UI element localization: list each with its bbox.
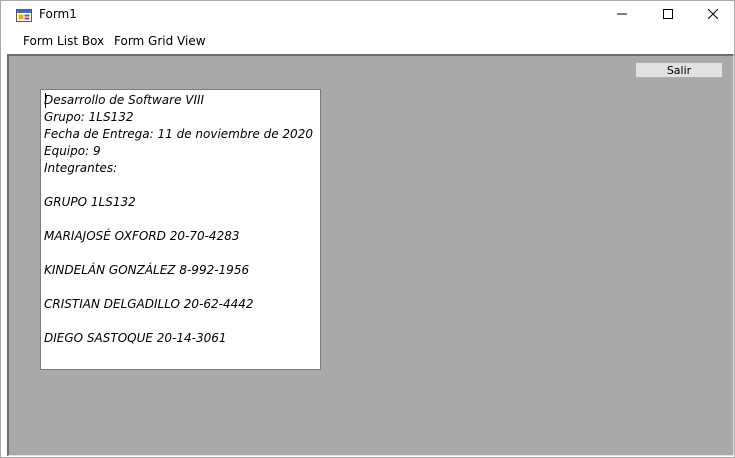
menu-item-form-list-box[interactable]: Form List Box bbox=[23, 34, 104, 48]
textbox-line: Fecha de Entrega: 11 de noviembre de 202… bbox=[44, 127, 313, 141]
textbox-line: Desarrollo de Software VIII bbox=[44, 93, 205, 107]
info-textbox[interactable]: Desarrollo de Software VIII Grupo: 1LS13… bbox=[40, 89, 321, 370]
maximize-button[interactable] bbox=[645, 1, 691, 29]
textbox-line: MARIAJOSÉ OXFORD 20-70-4283 bbox=[44, 229, 240, 243]
app-window: Form1 Form List Box Form Grid View Salir… bbox=[0, 0, 735, 458]
minimize-button[interactable] bbox=[599, 1, 645, 29]
exit-button[interactable]: Salir bbox=[635, 62, 723, 78]
title-bar[interactable]: Form1 bbox=[1, 1, 734, 29]
menu-item-form-grid-view[interactable]: Form Grid View bbox=[114, 34, 206, 48]
close-icon bbox=[707, 8, 719, 22]
window-title: Form1 bbox=[39, 7, 77, 21]
menu-bar: Form List Box Form Grid View bbox=[1, 29, 734, 54]
close-button[interactable] bbox=[690, 1, 735, 29]
textbox-line: CRISTIAN DELGADILLO 20-62-4442 bbox=[44, 297, 254, 311]
textbox-line: GRUPO 1LS132 bbox=[44, 195, 136, 209]
textbox-line: Integrantes: bbox=[44, 161, 118, 175]
textbox-line: Equipo: 9 bbox=[44, 144, 101, 158]
maximize-icon bbox=[663, 8, 673, 22]
textbox-line: DIEGO SASTOQUE 20-14-3061 bbox=[44, 331, 227, 345]
textbox-line: KINDELÁN GONZÁLEZ 8-992-1956 bbox=[44, 263, 250, 277]
form-app-icon bbox=[16, 7, 32, 23]
minimize-icon bbox=[617, 8, 627, 22]
textbox-line: Grupo: 1LS132 bbox=[44, 110, 134, 124]
